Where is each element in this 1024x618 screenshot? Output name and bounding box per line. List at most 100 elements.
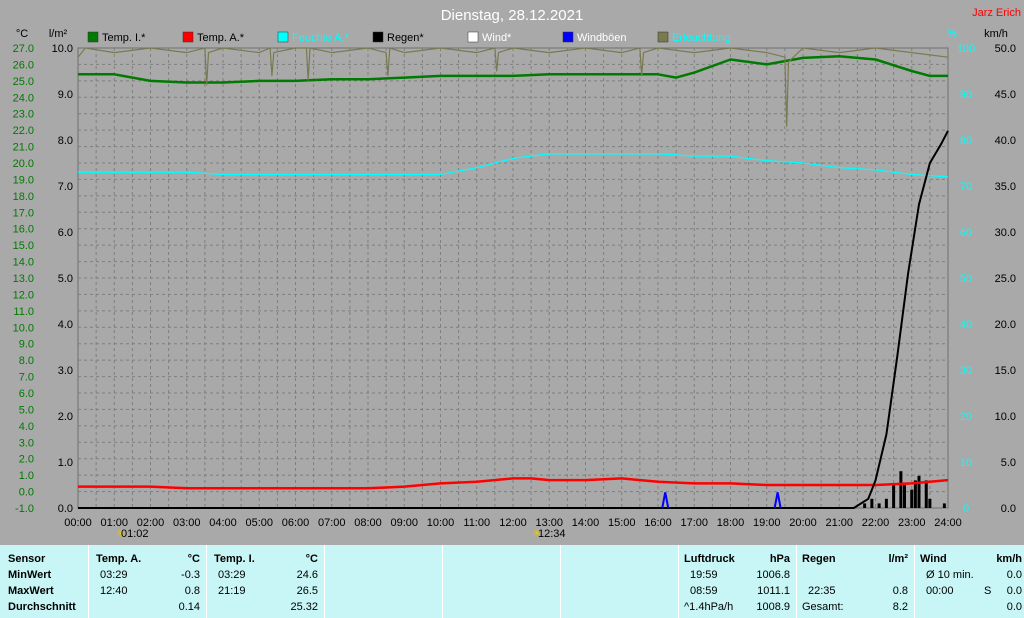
wind-average: 0.0 <box>1006 601 1022 613</box>
pressure-min-value: 1006.8 <box>756 569 790 581</box>
legend-swatch <box>277 31 289 43</box>
humidity-tick-label: 10 <box>960 457 972 469</box>
temp-tick-label: 4.0 <box>19 421 34 433</box>
wind-min-label: Ø 10 min. <box>926 569 974 581</box>
temp-i-min-value: 24.6 <box>296 569 318 581</box>
wind-tick-label: 0.0 <box>1001 503 1016 515</box>
temp-tick-label: 27.0 <box>13 43 34 55</box>
legend-label: Temp. I.* <box>102 32 146 44</box>
time-tick-label: 11:00 <box>463 517 490 529</box>
temp-tick-label: 10.0 <box>13 322 34 334</box>
humidity-tick-label: 100 <box>957 43 975 55</box>
legend-swatch <box>467 31 479 43</box>
rain-header: Regen <box>802 553 836 565</box>
rain-tick-label: 5.0 <box>58 273 73 285</box>
legend-swatch <box>562 31 574 43</box>
rain-tick-label: 7.0 <box>58 181 73 193</box>
time-tick-label: 00:00 <box>64 517 92 529</box>
pressure-trend: ^1.4hPa/h <box>684 601 734 613</box>
rain-bar <box>928 498 932 508</box>
temp-i-header: Temp. I. <box>214 553 255 565</box>
temp-a-min-time: 03:29 <box>100 569 128 581</box>
rain-total-label: Gesamt: <box>802 601 844 613</box>
temp-tick-label: -1.0 <box>15 503 34 515</box>
humidity-tick-label: 30 <box>960 365 972 377</box>
rain-bar <box>884 498 888 508</box>
pressure-max-value: 1011.1 <box>757 585 790 597</box>
rain-tick-label: 1.0 <box>58 457 73 469</box>
temp-i-unit: °C <box>305 553 318 565</box>
temp-tick-label: 16.0 <box>13 224 34 236</box>
rain-tick-label: 3.0 <box>58 365 73 377</box>
legend-swatch <box>657 31 669 43</box>
weather-chart: Dienstag, 28.12.2021 Jarz Erich °C l/m² … <box>13 7 1021 540</box>
humidity-tick-label: 0 <box>963 503 969 515</box>
time-tick-label: 06:00 <box>282 517 310 529</box>
time-tick-label: 10:00 <box>427 517 455 529</box>
pressure-average: 1008.9 <box>756 601 790 613</box>
legend-label: Temp. A.* <box>197 32 245 44</box>
time-tick-label: 08:00 <box>354 517 382 529</box>
temp-tick-label: 3.0 <box>19 437 34 449</box>
temp-a-max-time: 12:40 <box>100 585 128 597</box>
column-separator <box>88 545 89 618</box>
legend-label: Windböen <box>577 32 627 44</box>
rain-max-time: 22:35 <box>808 585 836 597</box>
wind-tick-label: 20.0 <box>995 319 1016 331</box>
grid-lines <box>77 47 949 509</box>
temp-tick-label: 26.0 <box>13 59 34 71</box>
rain-tick-label: 10.0 <box>52 43 73 55</box>
legend: Temp. I.* Temp. A.* Feuchte A.* Regen* Wind*… <box>87 31 731 44</box>
legend-swatch <box>182 31 194 43</box>
rain-bar <box>942 503 946 508</box>
temp-i-min-time: 03:29 <box>218 569 246 581</box>
legend-swatch <box>372 31 384 43</box>
humidity-tick-label: 50 <box>960 273 972 285</box>
humidity-tick-label: 80 <box>960 135 972 147</box>
sunset-time: 12:34 <box>538 528 566 540</box>
humidity-tick-label: 40 <box>960 319 972 331</box>
temp-tick-label: 2.0 <box>19 454 34 466</box>
rain-bar <box>877 503 881 508</box>
rain-tick-label: 8.0 <box>58 135 73 147</box>
legend-item: Temp. I.* <box>87 31 146 44</box>
column-separator <box>206 545 207 618</box>
wind-tick-label: 15.0 <box>995 365 1016 377</box>
rain-tick-label: 9.0 <box>58 89 73 101</box>
column-separator <box>324 545 325 618</box>
rain-unit: l/m² <box>888 553 908 565</box>
temp-tick-label: 7.0 <box>19 372 34 384</box>
temp-a-max-value: 0.8 <box>184 585 200 597</box>
time-tick-label: 04:00 <box>209 517 237 529</box>
humidity-tick-label: 90 <box>960 89 972 101</box>
temp-tick-label: 11.0 <box>13 306 34 318</box>
time-tick-label: 15:00 <box>608 517 636 529</box>
rain-bar <box>892 485 896 508</box>
temp-tick-label: 23.0 <box>13 109 34 121</box>
time-tick-label: 23:00 <box>898 517 926 529</box>
wind-tick-label: 25.0 <box>995 273 1016 285</box>
time-tick-label: 05:00 <box>245 517 273 529</box>
legend-swatch <box>87 31 99 43</box>
temp-tick-label: 0.0 <box>19 487 34 499</box>
temp-tick-label: 14.0 <box>13 257 34 269</box>
wind-unit: km/h <box>996 553 1022 565</box>
statistics-table: Sensor MinWert MaxWert Durchschnitt Temp… <box>0 545 1024 618</box>
wind-max-value: 0.0 <box>1006 585 1022 597</box>
humidity-tick-label: 20 <box>960 411 972 423</box>
humidity-tick-label: 70 <box>960 181 972 193</box>
time-tick-label: 18:00 <box>717 517 745 529</box>
time-tick-label: 16:00 <box>644 517 672 529</box>
time-tick-label: 03:00 <box>173 517 201 529</box>
temp-tick-label: 8.0 <box>19 355 34 367</box>
temp-tick-label: 25.0 <box>13 76 34 88</box>
temp-tick-label: 1.0 <box>19 470 34 482</box>
temp-i-max-value: 26.5 <box>296 585 318 597</box>
temp-tick-label: 19.0 <box>13 174 34 186</box>
wind-tick-label: 45.0 <box>995 89 1016 101</box>
pressure-max-time: 08:59 <box>690 585 718 597</box>
legend-item: Wind* <box>467 31 512 44</box>
rain-unit-label: l/m² <box>49 28 68 40</box>
pressure-unit: hPa <box>769 553 790 565</box>
maxwert-label: MaxWert <box>8 585 54 597</box>
